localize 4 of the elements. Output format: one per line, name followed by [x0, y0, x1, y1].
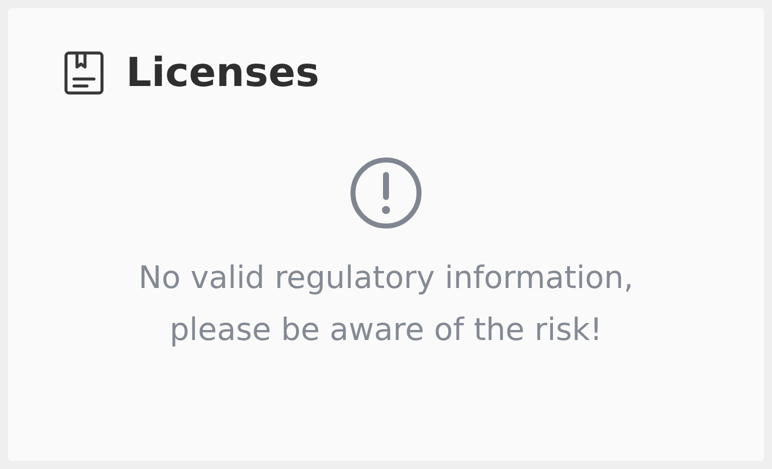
warning-message: No valid regulatory information, please be aware of the risk!: [137, 259, 635, 350]
exclamation-icon: [349, 156, 423, 230]
card-title: Licenses: [126, 50, 320, 96]
document-icon: [64, 51, 104, 95]
